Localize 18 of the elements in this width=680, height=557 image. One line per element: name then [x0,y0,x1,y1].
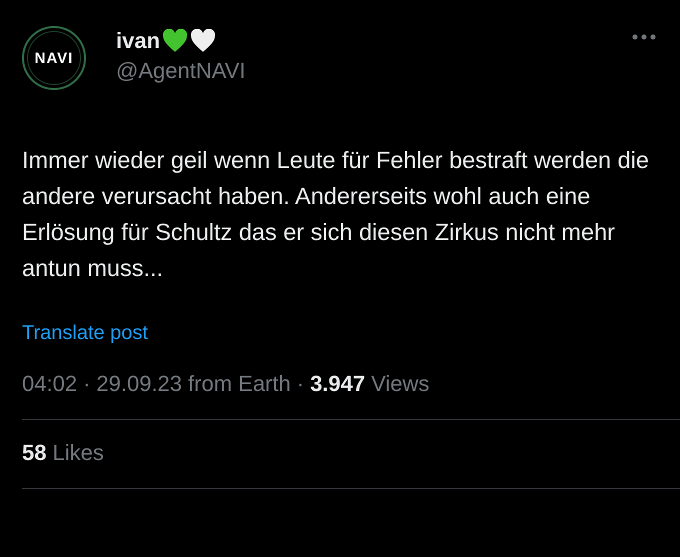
avatar[interactable]: NAVI [22,26,86,90]
views-count: 3.947 [310,371,366,397]
post-date[interactable]: 29.09.23 [96,371,182,397]
avatar-logo-text: NAVI [34,50,74,66]
separator-dot: · [83,371,90,397]
post-text: Immer wieder geil wenn Leute für Fehler bestraft werden die andere verursacht haben. Andererseits wohl auch eine Erlösung für Schultz das er sich diesen Zirkus nicht mehr antun muss... [22,146,650,283]
views-label: Views [371,371,430,397]
heart-icon [162,29,188,53]
post-time[interactable]: 04:02 [22,371,78,397]
more-icon[interactable] [632,34,656,40]
separator-dot: · [296,371,304,397]
user-handle[interactable]: @AgentNAVI [116,58,246,84]
heart-icon [190,29,216,53]
likes-label[interactable]: Likes [52,440,104,466]
likes-count[interactable]: 58 [22,440,46,466]
display-name[interactable]: ivan [116,28,160,54]
post-origin: from Earth [188,371,291,397]
translate-link[interactable]: Translate post [22,322,148,345]
